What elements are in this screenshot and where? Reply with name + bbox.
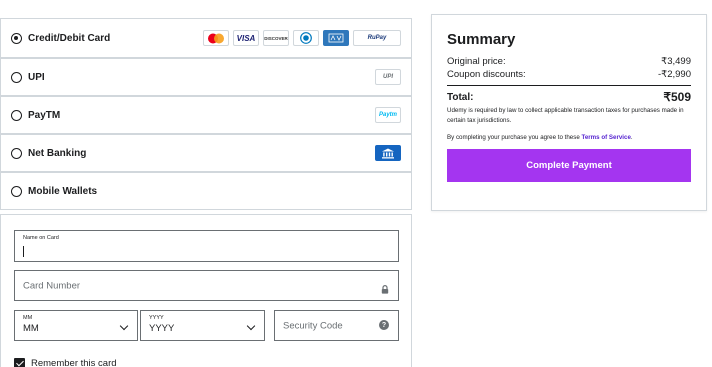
mastercard-icon — [203, 30, 229, 46]
payment-method-label: UPI — [28, 71, 45, 83]
payment-method-label: Mobile Wallets — [28, 185, 98, 197]
radio-credit-card[interactable] — [11, 32, 22, 44]
payment-method-upi[interactable]: UPI UPI — [0, 58, 412, 96]
remember-card-option[interactable]: Remember this card — [14, 358, 117, 367]
rupay-logo-text: RuPay — [367, 35, 387, 41]
coupon-discount-value: -₹2,990 — [658, 69, 691, 80]
checkout-page: Credit/Debit Card VISA DISCOVER RuPay UP… — [0, 0, 712, 367]
lock-icon — [381, 281, 389, 294]
chevron-down-icon — [246, 321, 256, 331]
rupay-icon: RuPay — [353, 30, 401, 46]
payment-method-mobile-wallets[interactable]: Mobile Wallets — [0, 172, 412, 210]
total-row: Total: ₹509 — [447, 90, 691, 104]
payment-method-paytm[interactable]: PayTM Paytm — [0, 96, 412, 134]
expiry-month-select[interactable]: MM MM — [14, 310, 138, 341]
expiry-month-label: MM — [23, 315, 33, 321]
card-details-form: Name on Card Card Number MM MM YYYY YYYY… — [0, 214, 412, 367]
original-price-value: ₹3,499 — [661, 56, 691, 67]
security-code-field[interactable]: Security Code ? — [274, 310, 399, 341]
payment-method-list: Credit/Debit Card VISA DISCOVER RuPay UP… — [0, 18, 412, 210]
upi-icon: UPI — [375, 69, 401, 85]
payment-method-net-banking[interactable]: Net Banking — [0, 134, 412, 172]
chevron-down-icon — [119, 321, 129, 331]
original-price-label: Original price: — [447, 56, 506, 67]
summary-divider — [447, 85, 691, 86]
discover-logo-text: DISCOVER — [264, 35, 288, 41]
paytm-logo-text: Paytm — [378, 112, 397, 118]
bank-icon — [375, 145, 401, 161]
radio-net-banking[interactable] — [11, 147, 22, 159]
expiry-year-label: YYYY — [149, 315, 164, 321]
radio-mobile-wallets[interactable] — [11, 185, 22, 197]
coupon-discount-row: Coupon discounts: -₹2,990 — [447, 69, 691, 80]
security-code-placeholder: Security Code — [283, 320, 343, 331]
remember-card-label: Remember this card — [31, 358, 117, 367]
card-number-placeholder: Card Number — [23, 280, 81, 291]
payment-method-label: PayTM — [28, 109, 61, 121]
expiry-year-select[interactable]: YYYY YYYY — [140, 310, 265, 341]
radio-paytm[interactable] — [11, 109, 22, 121]
terms-suffix: . — [630, 134, 633, 141]
terms-of-service-link[interactable]: Terms of Service — [582, 134, 631, 141]
expiry-month-value: MM — [23, 323, 39, 334]
amex-icon — [323, 30, 349, 46]
name-on-card-label: Name on Card — [23, 235, 59, 241]
payment-method-credit-card[interactable]: Credit/Debit Card VISA DISCOVER RuPay — [0, 18, 412, 58]
card-logos: VISA DISCOVER RuPay — [203, 30, 401, 46]
payment-method-label: Credit/Debit Card — [28, 32, 111, 44]
payment-method-label: Net Banking — [28, 147, 87, 159]
total-label: Total: — [447, 91, 474, 103]
help-glyph: ? — [381, 321, 387, 329]
radio-upi[interactable] — [11, 71, 22, 83]
tax-note: Udemy is required by law to collect appl… — [447, 107, 684, 124]
upi-logo-text: UPI — [382, 74, 393, 80]
name-on-card-field[interactable]: Name on Card — [14, 230, 399, 262]
terms-prefix: By completing your purchase you agree to… — [447, 134, 582, 141]
help-icon[interactable]: ? — [379, 320, 389, 330]
visa-logo-text: VISA — [236, 33, 256, 43]
text-cursor — [23, 246, 24, 257]
complete-payment-button[interactable]: Complete Payment — [447, 149, 691, 182]
coupon-discount-label: Coupon discounts: — [447, 69, 526, 80]
card-number-field[interactable]: Card Number — [14, 270, 399, 301]
terms-notice: By completing your purchase you agree to… — [447, 134, 691, 141]
visa-icon: VISA — [233, 30, 259, 46]
original-price-row: Original price: ₹3,499 — [447, 56, 691, 67]
summary-title: Summary — [447, 31, 516, 48]
discover-icon: DISCOVER — [263, 30, 289, 46]
order-summary: Summary Original price: ₹3,499 Coupon di… — [431, 14, 707, 211]
paytm-icon: Paytm — [375, 107, 401, 123]
diners-club-icon — [293, 30, 319, 46]
expiry-year-value: YYYY — [149, 323, 175, 334]
total-value: ₹509 — [663, 90, 691, 104]
remember-card-checkbox[interactable] — [14, 358, 25, 367]
